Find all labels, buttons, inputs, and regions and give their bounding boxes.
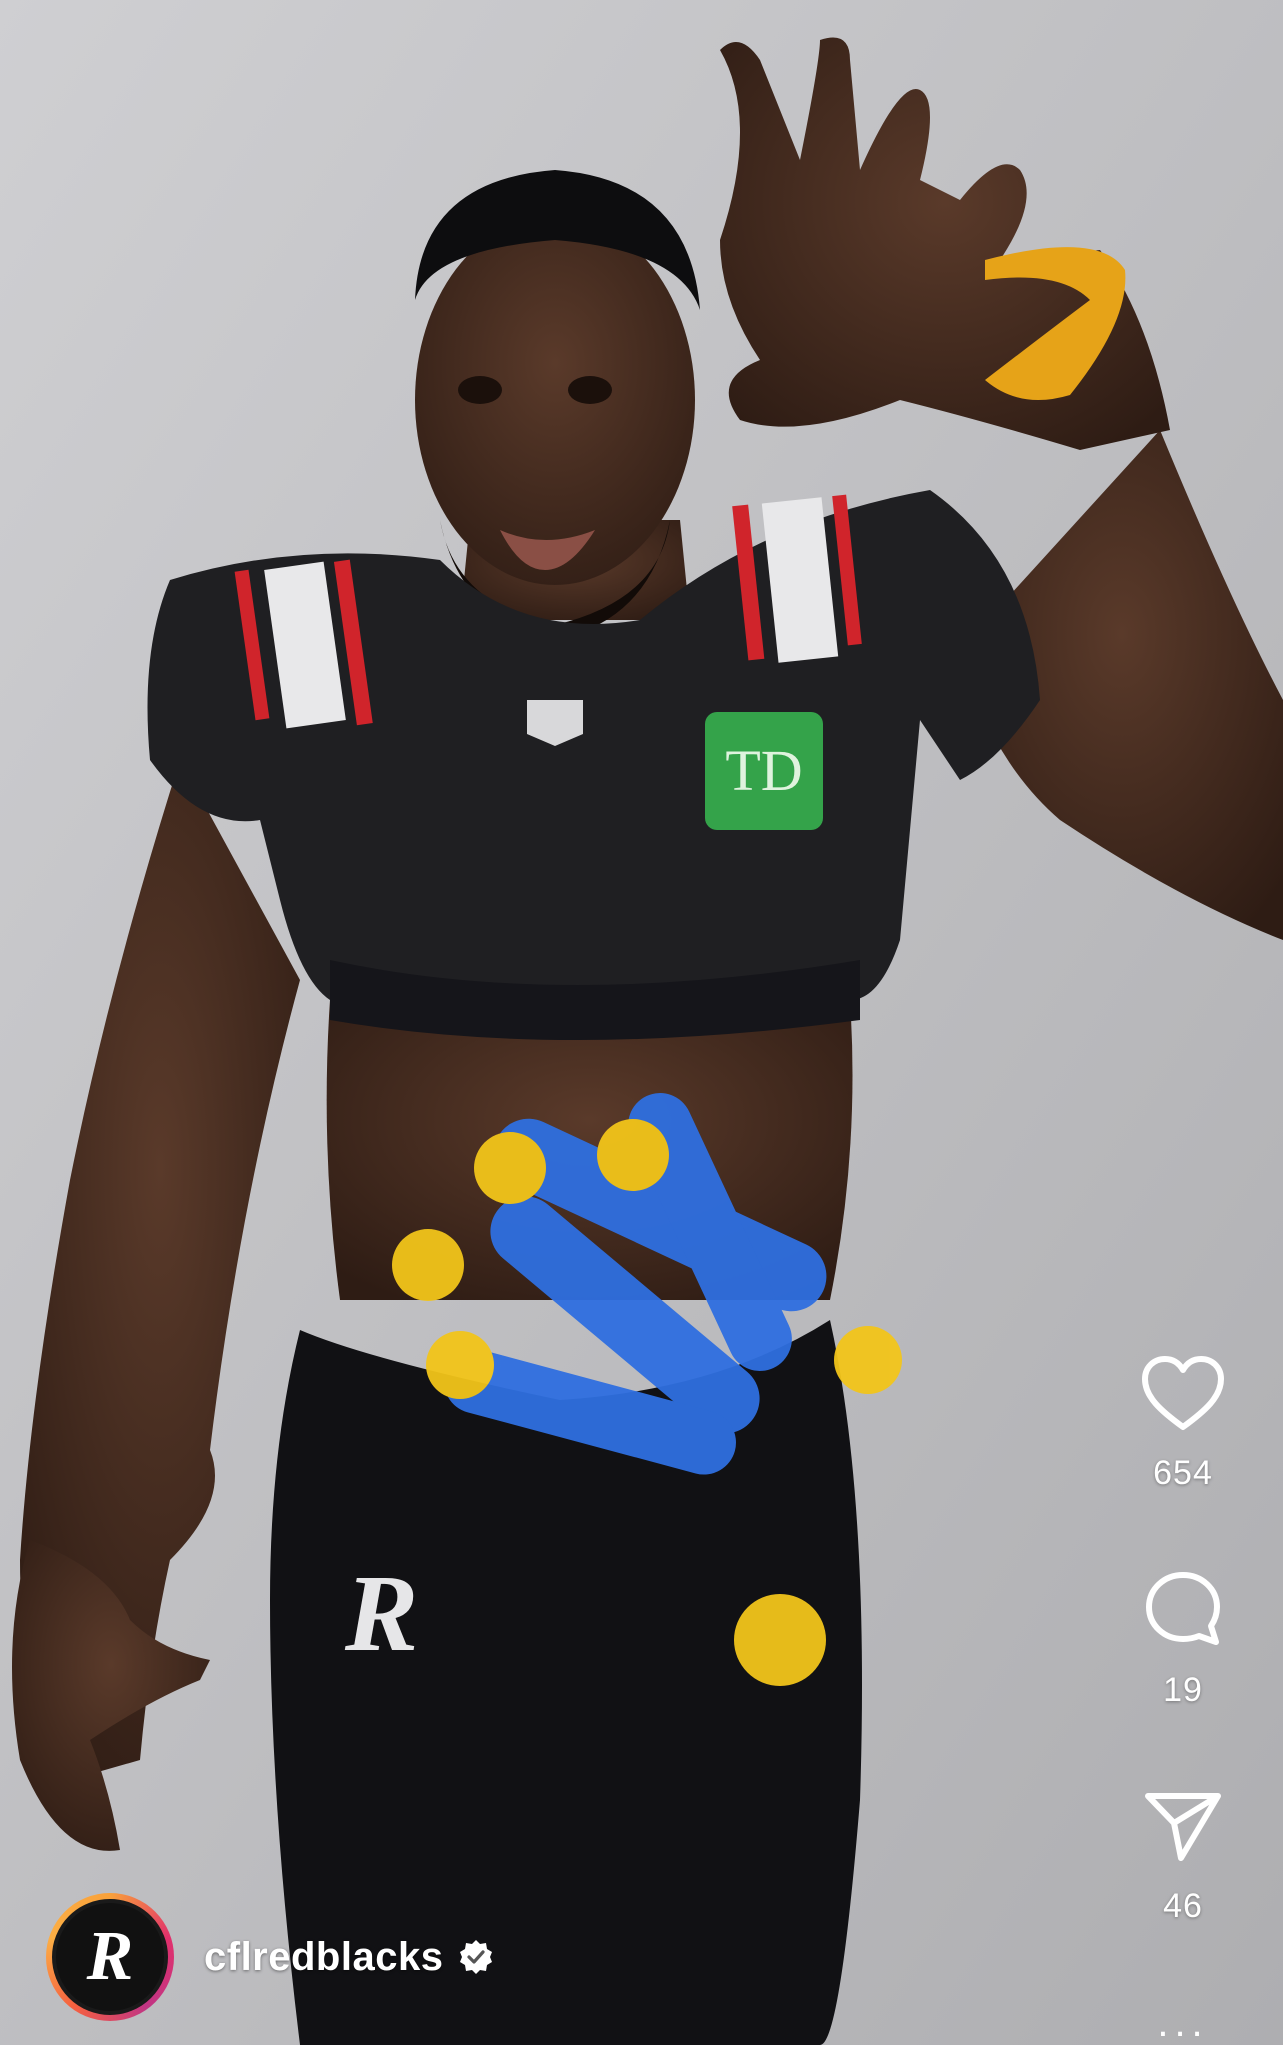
comment-bubble-icon[interactable] [1083, 1570, 1283, 1653]
pants-logo: R [344, 1552, 418, 1674]
paper-plane-icon[interactable] [1083, 1790, 1283, 1869]
like-action[interactable]: 654 [1083, 1355, 1283, 1493]
share-count: 46 [1163, 1887, 1203, 1925]
avatar[interactable]: R [52, 1899, 168, 2015]
reel-viewer: TD R 654 19 46 ... R cflredblacks [0, 0, 1283, 2045]
more-dots-icon[interactable]: ... [1083, 2003, 1283, 2043]
head [415, 215, 695, 585]
svg-text:R: R [86, 1918, 134, 1995]
td-patch-text: TD [725, 738, 802, 803]
share-action[interactable]: 46 [1083, 1790, 1283, 1926]
author-row: R cflredblacks [46, 1892, 495, 2022]
heart-icon[interactable] [1083, 1355, 1283, 1436]
verified-badge-icon [457, 1938, 495, 1976]
right-eye [568, 376, 612, 404]
avatar-story-ring[interactable]: R [46, 1893, 174, 2021]
action-rail: 654 19 46 ... [1083, 0, 1283, 2045]
like-count: 654 [1153, 1454, 1213, 1492]
author-username[interactable]: cflredblacks [204, 1935, 443, 1980]
comment-count: 19 [1163, 1671, 1203, 1709]
comment-action[interactable]: 19 [1083, 1570, 1283, 1710]
redblacks-logo-icon: R [86, 1918, 134, 1995]
left-eye [458, 376, 502, 404]
